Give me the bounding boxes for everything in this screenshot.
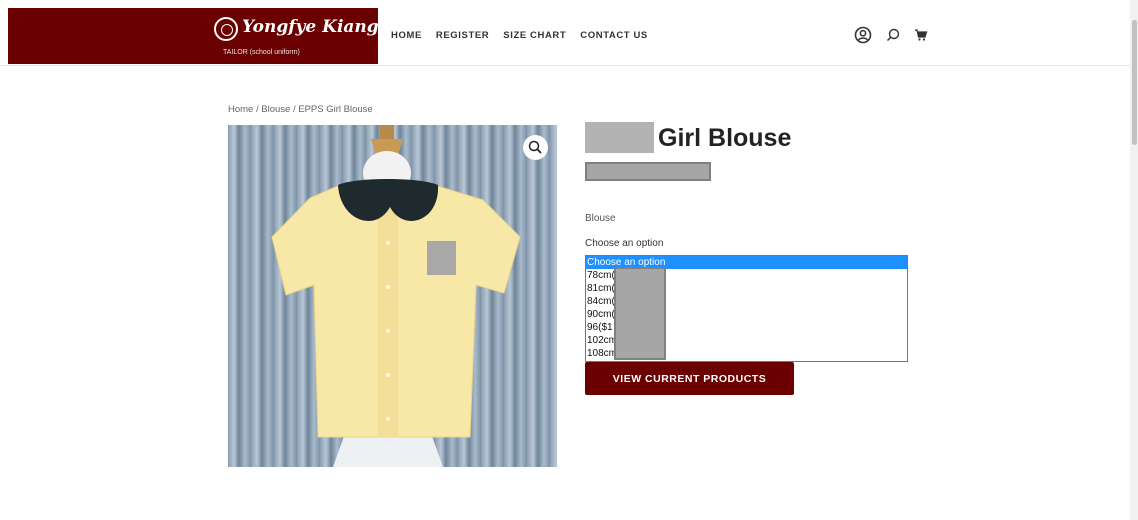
redaction-box xyxy=(427,241,456,275)
nav-home[interactable]: HOME xyxy=(391,30,422,41)
scrollbar-thumb[interactable] xyxy=(1132,20,1137,145)
logo-emblem-icon xyxy=(214,17,238,41)
size-select[interactable]: Choose an option 78cm( 81cm( 84cm( 90cm(… xyxy=(585,255,908,362)
product-image[interactable] xyxy=(228,125,557,467)
breadcrumb-home[interactable]: Home xyxy=(228,104,253,115)
nav-size-chart[interactable]: SIZE CHART xyxy=(503,30,566,41)
redaction-box xyxy=(614,267,666,360)
site-logo[interactable]: Yongfye Kiang TAILOR (school uniform) xyxy=(8,8,379,64)
nav-register[interactable]: REGISTER xyxy=(436,30,489,41)
view-current-products-button[interactable]: VIEW CURRENT PRODUCTS xyxy=(585,362,794,395)
logo-subtitle: TAILOR (school uniform) xyxy=(223,49,300,56)
account-icon[interactable] xyxy=(854,26,872,44)
breadcrumb-current: EPPS Girl Blouse xyxy=(298,104,373,115)
variation-label: Choose an option xyxy=(585,238,664,249)
redaction-box xyxy=(585,122,654,153)
page-scrollbar[interactable] xyxy=(1130,0,1138,520)
product-category: Blouse xyxy=(585,213,616,224)
logo-script-text: Yongfye Kiang xyxy=(242,17,379,37)
price-redaction-box xyxy=(585,162,711,181)
site-header: Yongfye Kiang TAILOR (school uniform) HO… xyxy=(0,0,1138,66)
breadcrumb: Home / Blouse / EPPS Girl Blouse xyxy=(228,104,373,115)
nav-contact-us[interactable]: CONTACT US xyxy=(580,30,648,41)
breadcrumb-blouse[interactable]: Blouse xyxy=(261,104,290,115)
zoom-button[interactable] xyxy=(523,135,548,160)
search-icon[interactable] xyxy=(884,26,902,44)
main-nav: HOME REGISTER SIZE CHART CONTACT US xyxy=(391,30,648,41)
magnifier-icon xyxy=(528,140,542,154)
product-title: Girl Blouse xyxy=(658,124,792,152)
cart-icon[interactable] xyxy=(912,26,930,44)
blouse-illustration xyxy=(271,125,521,467)
